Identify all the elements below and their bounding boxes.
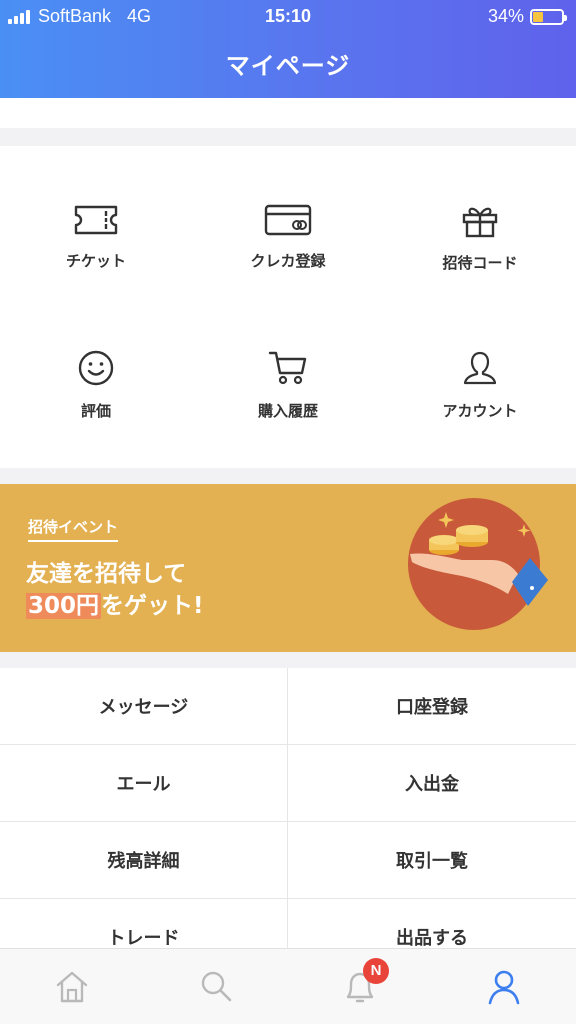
credit-card-icon	[264, 204, 312, 236]
shortcut-ticket[interactable]: チケット	[0, 204, 192, 271]
invite-banner[interactable]: 招待イベント 友達を招待して 300円をゲット!	[0, 484, 576, 652]
banner-tag: 招待イベント	[28, 516, 119, 542]
user-icon	[463, 351, 497, 385]
menu-item-label: メッセージ	[98, 697, 189, 718]
shortcut-label: 招待コード	[442, 254, 518, 272]
shortcut-label: チケット	[65, 252, 126, 270]
menu-item-label: エール	[116, 774, 171, 795]
menu-item-deposit-withdraw[interactable]: 入出金	[288, 745, 576, 822]
shortcut-label: 評価	[80, 402, 111, 420]
menu-item-balance-detail[interactable]: 残高詳細	[0, 822, 288, 899]
menu-item-sell[interactable]: 出品する	[288, 899, 576, 948]
coins-in-hand-illustration	[408, 498, 548, 630]
menu-item-label: 残高詳細	[107, 851, 180, 872]
banner-headline-2: 300円をゲット!	[26, 586, 204, 620]
menu-item-bank-account[interactable]: 口座登録	[288, 668, 576, 745]
shortcut-rating[interactable]: 評価	[0, 350, 192, 421]
menu-list: メッセージ 口座登録 エール 入出金 残高詳細 取引一覧 トレード 出品する	[0, 668, 576, 948]
cart-icon	[268, 351, 307, 385]
shortcut-account[interactable]: アカウント	[384, 350, 576, 421]
banner-headline-rest: をゲット!	[101, 593, 204, 619]
notification-badge: N	[363, 958, 389, 984]
menu-item-label: 入出金	[405, 774, 459, 795]
menu-item-label: トレード	[107, 928, 180, 948]
menu-item-trade[interactable]: トレード	[0, 899, 288, 948]
shortcut-purchase-history[interactable]: 購入履歴	[192, 350, 384, 421]
page-title: マイページ	[225, 52, 351, 80]
shortcut-label: クレカ登録	[250, 252, 326, 270]
menu-item-yell[interactable]: エール	[0, 745, 288, 822]
battery-percent: 34%	[487, 6, 524, 26]
shortcut-label: アカウント	[442, 402, 518, 420]
search-icon[interactable]	[196, 963, 236, 1009]
gift-icon	[462, 207, 498, 238]
menu-item-message[interactable]: メッセージ	[0, 668, 288, 745]
banner-amount: 300円	[26, 593, 102, 619]
banner-headline-1: 友達を招待して	[26, 561, 187, 587]
menu-item-label: 取引一覧	[396, 851, 468, 872]
menu-item-transactions[interactable]: 取引一覧	[288, 822, 576, 899]
tab-bar	[0, 948, 576, 1024]
status-bar: SoftBank 4G 15:10 34%	[0, 0, 576, 32]
battery-icon	[530, 8, 567, 25]
shortcut-invite-code[interactable]: 招待コード	[384, 204, 576, 273]
header-bar: SoftBank 4G 15:10 34% マイページ	[0, 0, 576, 98]
menu-item-label: 口座登録	[396, 697, 468, 718]
ticket-icon	[74, 205, 118, 235]
shortcut-label: 購入履歴	[257, 402, 318, 420]
user-icon[interactable]	[484, 963, 524, 1009]
home-icon[interactable]	[52, 963, 92, 1009]
menu-item-label: 出品する	[396, 928, 468, 948]
smiley-icon	[78, 350, 114, 386]
shortcut-credit-card[interactable]: クレカ登録	[192, 204, 384, 271]
top-band	[0, 98, 576, 128]
shortcut-grid: チケット クレカ登録 招待コード 評価 購入履歴 アカウント	[0, 146, 576, 468]
